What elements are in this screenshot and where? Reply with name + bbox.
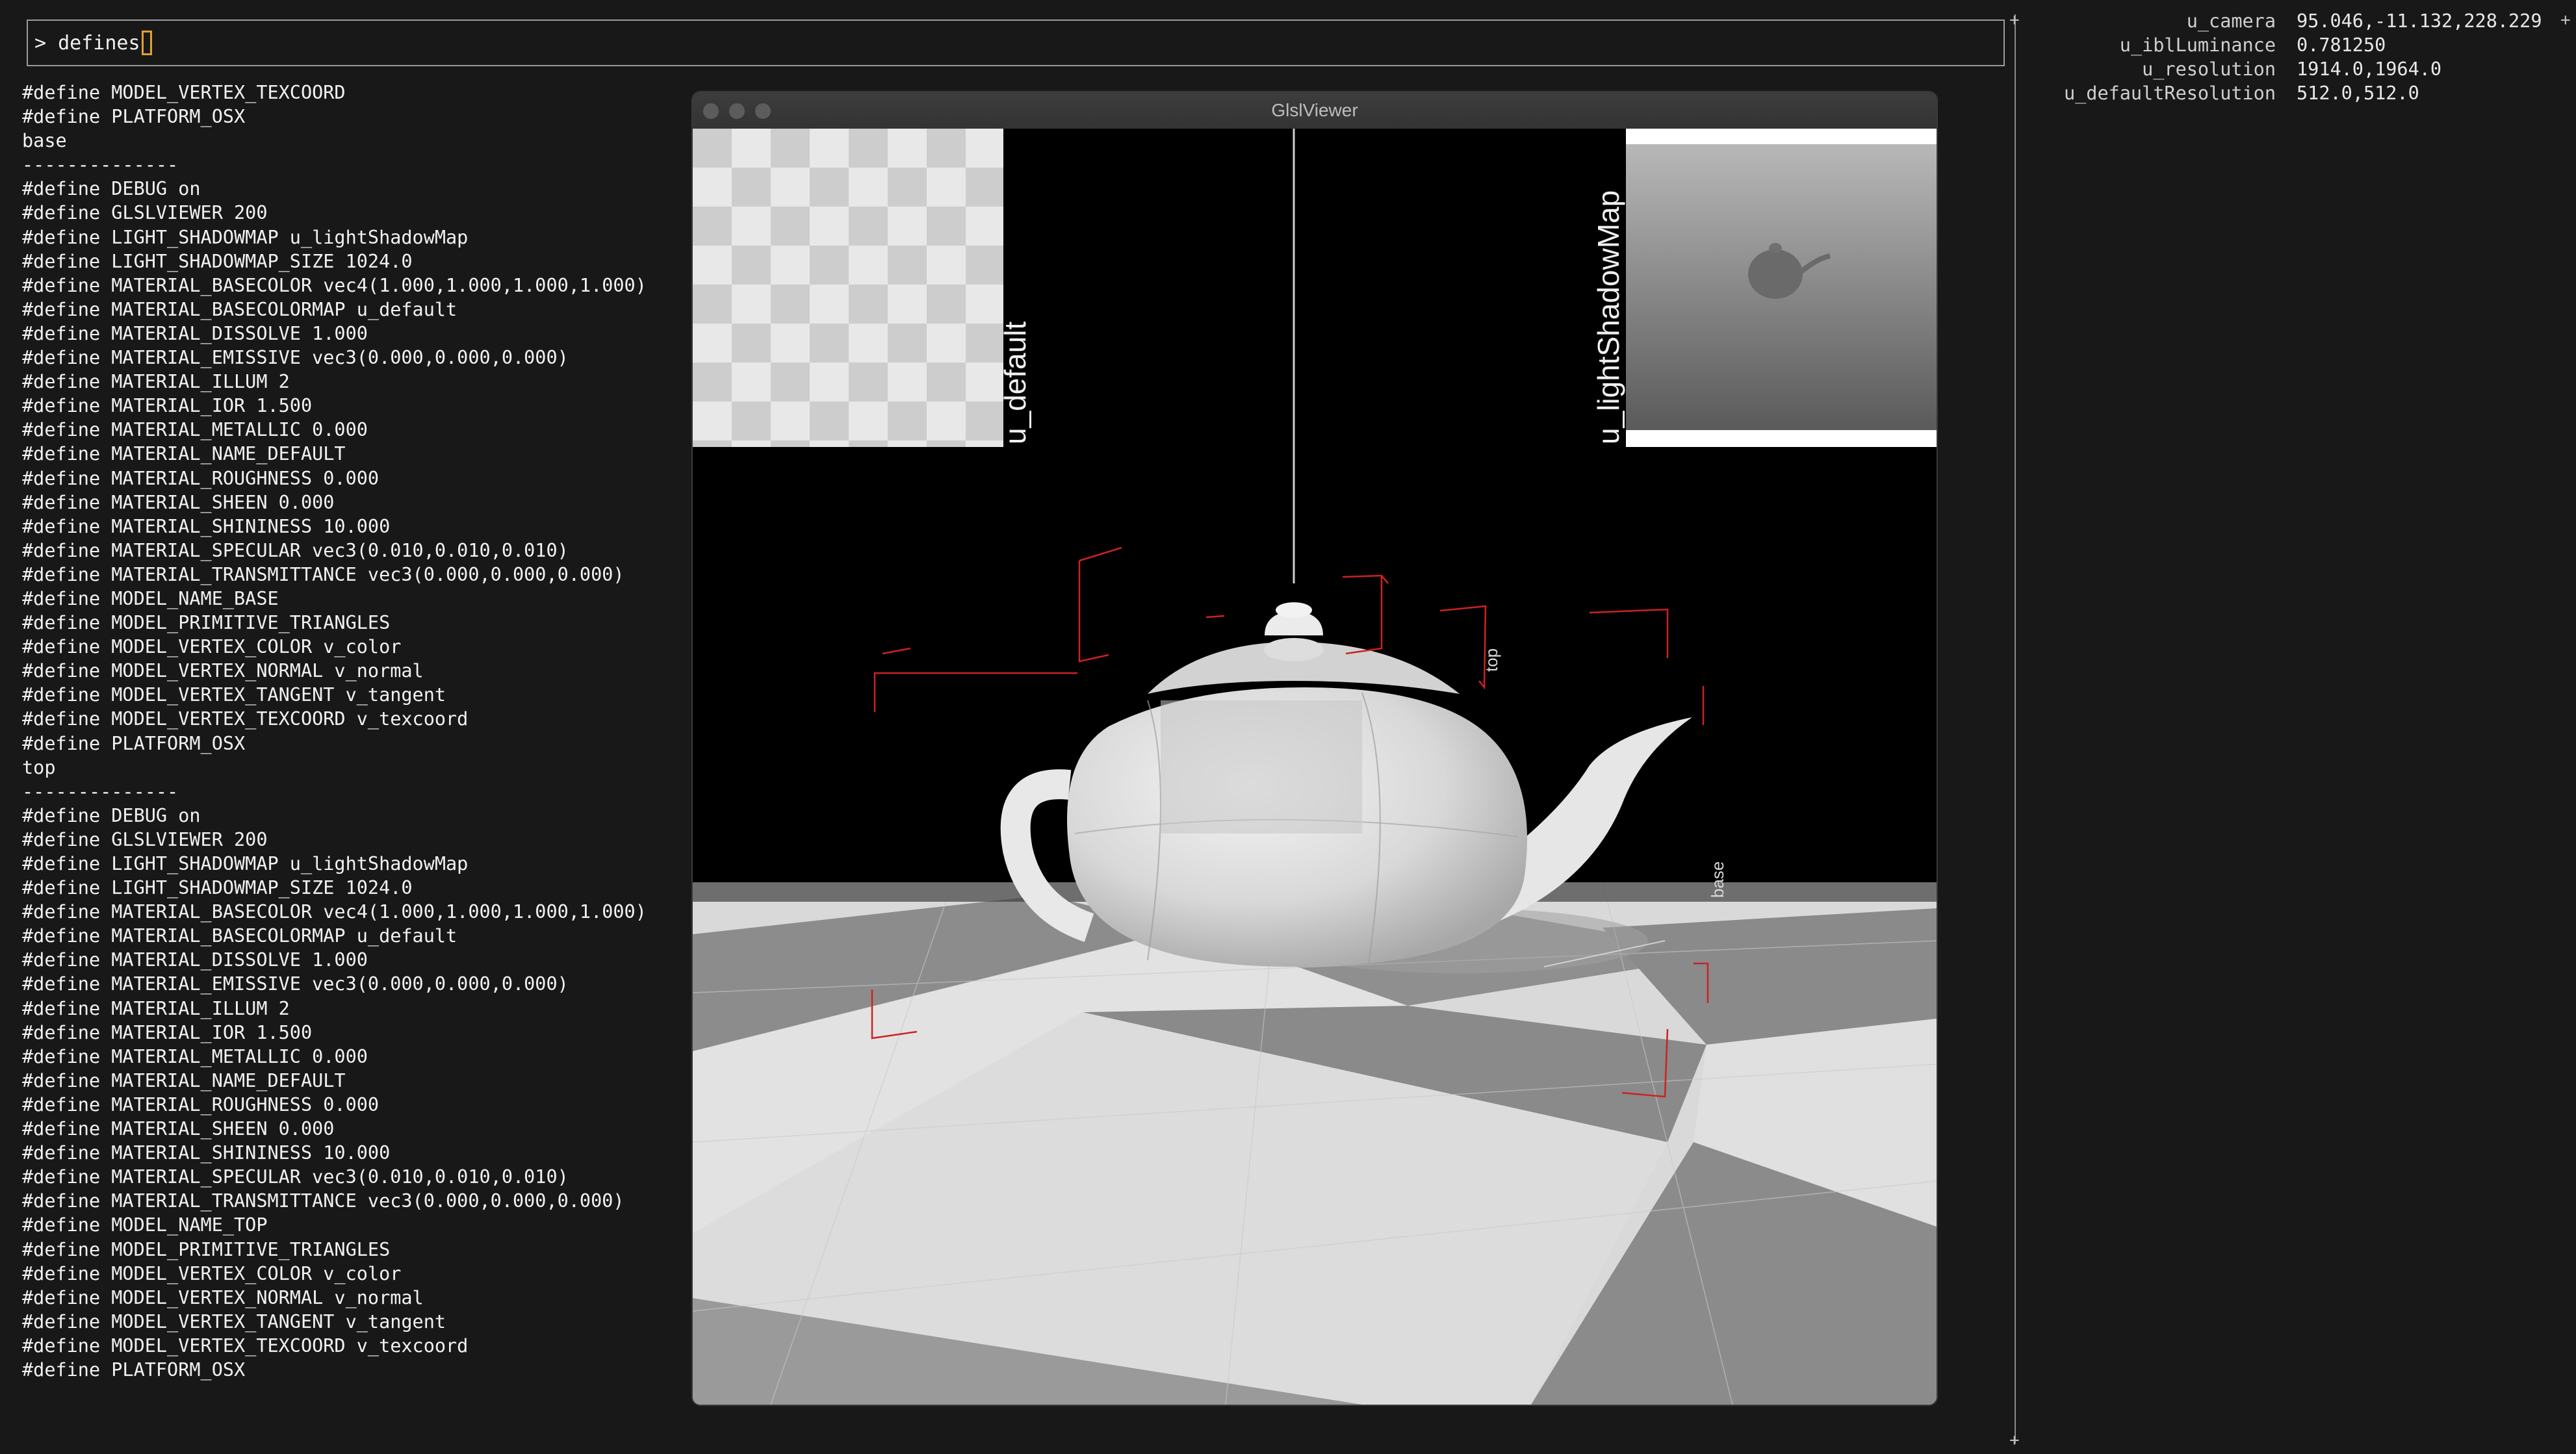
panel-divider xyxy=(2015,14,2016,1444)
u-default-label: u_default xyxy=(998,322,1032,444)
log-line: #define MATERIAL_SPECULAR vec3(0.010,0.0… xyxy=(22,539,569,561)
log-line: #define PLATFORM_OSX xyxy=(22,1358,246,1381)
log-line: #define MODEL_PRIMITIVE_TRIANGLES xyxy=(22,1238,391,1260)
uniform-row: u_defaultResolution 512.0,512.0 xyxy=(2041,81,2560,105)
uniforms-panel: u_camera 95.046,-11.132,228.229 u_iblLumin… xyxy=(2041,9,2560,105)
log-line: #define MATERIAL_EMISSIVE vec3(0.000,0.0… xyxy=(22,973,569,995)
log-line: #define MATERIAL_SHEEN 0.000 xyxy=(22,491,335,513)
log-line: #define GLSLVIEWER 200 xyxy=(22,828,268,850)
log-line: #define MODEL_VERTEX_COLOR v_color xyxy=(22,636,402,658)
uniform-value: 512.0,512.0 xyxy=(2297,83,2419,104)
log-line: #define MODEL_NAME_TOP xyxy=(22,1214,268,1236)
model-label-base: base xyxy=(1708,861,1727,898)
log-line: #define MODEL_VERTEX_TEXCOORD v_texcoord xyxy=(22,1334,469,1357)
uniform-row: u_resolution 1914.0,1964.0 xyxy=(2041,57,2560,81)
log-line: #define MATERIAL_ILLUM 2 xyxy=(22,997,290,1019)
uniform-name: u_camera xyxy=(2186,10,2276,32)
log-line: #define MODEL_VERTEX_COLOR v_color xyxy=(22,1262,402,1284)
log-line: #define MATERIAL_SHEEN 0.000 xyxy=(22,1118,335,1140)
uniform-row: u_iblLuminance 0.781250 xyxy=(2041,33,2560,57)
log-line: #define MATERIAL_BASECOLORMAP u_default xyxy=(22,298,457,320)
log-line: #define MATERIAL_ILLUM 2 xyxy=(22,371,290,393)
log-line: #define MATERIAL_SPECULAR vec3(0.010,0.0… xyxy=(22,1166,569,1188)
window-titlebar[interactable]: GlslViewer xyxy=(693,92,1937,129)
log-line: #define MODEL_VERTEX_NORMAL v_normal xyxy=(22,1286,424,1308)
log-line: #define MATERIAL_ROUGHNESS 0.000 xyxy=(22,467,380,489)
log-line: #define MATERIAL_EMISSIVE vec3(0.000,0.0… xyxy=(22,347,569,369)
log-line: #define MATERIAL_BASECOLOR vec4(1.000,1.… xyxy=(22,274,647,296)
uniform-row: u_camera 95.046,-11.132,228.229 xyxy=(2041,9,2560,33)
log-line: #define LIGHT_SHADOWMAP_SIZE 1024.0 xyxy=(22,250,413,272)
text-cursor-icon xyxy=(141,31,152,55)
log-line: #define MODEL_VERTEX_NORMAL v_normal xyxy=(22,660,424,682)
window-title: GlslViewer xyxy=(1271,100,1358,120)
log-line: #define MATERIAL_BASECOLOR vec4(1.000,1.… xyxy=(22,901,647,923)
log-line: #define MODEL_PRIMITIVE_TRIANGLES xyxy=(22,612,391,634)
log-line: #define MODEL_VERTEX_TANGENT v_tangent xyxy=(22,684,446,706)
glslviewer-window[interactable]: GlslViewer u_default u_lightShadowMap to… xyxy=(693,92,1937,1405)
uniform-name: u_defaultResolution xyxy=(2063,83,2276,104)
default-texture-preview: u_default xyxy=(693,129,1032,447)
log-line: #define MATERIAL_IOR 1.500 xyxy=(22,1021,313,1043)
log-line: base xyxy=(22,130,67,152)
command-bar[interactable]: > defines xyxy=(27,19,2005,66)
log-line: #define MATERIAL_ROUGHNESS 0.000 xyxy=(22,1093,380,1116)
log-line: #define MATERIAL_DISSOLVE 1.000 xyxy=(22,322,368,344)
model-label-top: top xyxy=(1482,648,1501,672)
log-line: -------------- xyxy=(22,780,179,802)
log-line: #define MODEL_VERTEX_TEXCOORD v_texcoord xyxy=(22,708,469,730)
log-line: #define MATERIAL_NAME_DEFAULT xyxy=(22,1069,346,1091)
log-line: #define LIGHT_SHADOWMAP u_lightShadowMap xyxy=(22,226,469,248)
uniform-value: 95.046,-11.132,228.229 xyxy=(2297,10,2542,32)
defines-log: #define MODEL_VERTEX_TEXCOORD #define PLA… xyxy=(22,81,678,1393)
log-line: #define LIGHT_SHADOWMAP_SIZE 1024.0 xyxy=(22,877,413,899)
log-line: #define PLATFORM_OSX xyxy=(22,106,246,128)
log-line: #define GLSLVIEWER 200 xyxy=(22,202,268,224)
log-line: #define MATERIAL_METALLIC 0.000 xyxy=(22,419,368,441)
log-line: #define MATERIAL_IOR 1.500 xyxy=(22,395,313,417)
command-input[interactable]: > defines xyxy=(34,32,140,55)
render-viewport[interactable]: u_default u_lightShadowMap top base xyxy=(693,129,1937,1405)
u-lightshadowmap-label: u_lightShadowMap xyxy=(1591,190,1625,444)
log-line: #define MODEL_VERTEX_TEXCOORD xyxy=(22,82,346,103)
log-line: #define DEBUG on xyxy=(22,804,201,826)
log-line: #define DEBUG on xyxy=(22,178,201,200)
plus-icon: + xyxy=(2560,10,2571,30)
log-line: #define MATERIAL_DISSOLVE 1.000 xyxy=(22,949,368,971)
log-line: -------------- xyxy=(22,154,179,176)
log-line: #define MATERIAL_NAME_DEFAULT xyxy=(22,443,346,465)
log-line: #define MATERIAL_BASECOLORMAP u_default xyxy=(22,925,457,947)
log-line: #define MATERIAL_TRANSMITTANCE vec3(0.00… xyxy=(22,563,625,585)
log-line: #define MATERIAL_SHININESS 10.000 xyxy=(22,515,391,537)
uniform-name: u_iblLuminance xyxy=(2119,34,2276,56)
plus-icon: + xyxy=(2009,1431,2020,1450)
uniform-value: 0.781250 xyxy=(2297,34,2386,56)
log-line: #define PLATFORM_OSX xyxy=(22,732,246,754)
plus-icon: + xyxy=(2009,10,2020,30)
log-line: #define MODEL_NAME_BASE xyxy=(22,587,279,609)
log-line: #define LIGHT_SHADOWMAP u_lightShadowMap xyxy=(22,853,469,874)
log-line: #define MATERIAL_TRANSMITTANCE vec3(0.00… xyxy=(22,1190,625,1212)
uniform-value: 1914.0,1964.0 xyxy=(2297,58,2442,80)
uniform-name: u_resolution xyxy=(2142,58,2276,80)
shadowmap-preview: u_lightShadowMap xyxy=(1591,129,1937,447)
log-line: #define MATERIAL_METALLIC 0.000 xyxy=(22,1045,368,1067)
log-line: #define MODEL_VERTEX_TANGENT v_tangent xyxy=(22,1310,446,1333)
log-line: #define MATERIAL_SHININESS 10.000 xyxy=(22,1142,391,1164)
log-line: top xyxy=(22,756,56,778)
